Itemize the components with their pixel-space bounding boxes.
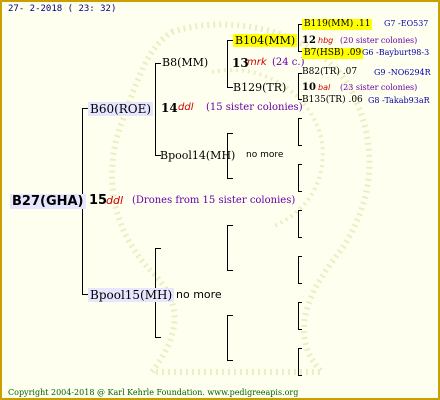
gen4-value-4: .06 [348, 95, 363, 105]
empty-bracket-g4-6a [298, 348, 302, 349]
gen3-top-connector [227, 40, 228, 88]
fff-mark: hbg [318, 36, 334, 45]
empty-bracket-g4-1b [298, 145, 302, 146]
gen4-name-2: B7(HSB) [304, 48, 344, 58]
empty-bracket-g4-3 [298, 210, 299, 238]
empty-bracket-m2 [227, 315, 228, 361]
empty-bracket-g4-4b [298, 283, 302, 284]
empty-bracket-m2a [227, 315, 233, 316]
fm-queen[interactable]: Bpool14(MH) [160, 150, 235, 161]
empty-bracket-m1a [227, 225, 233, 226]
gen2-top-connector [155, 63, 156, 156]
empty-bracket-g4-6 [298, 348, 299, 376]
gen4-value-2: .09 [346, 48, 362, 58]
ff-stub [155, 63, 161, 64]
father-queen[interactable]: B60(ROE) [88, 102, 154, 116]
gen4-name-4: B135(TR) [302, 95, 346, 105]
fff-count: 12 [302, 35, 316, 46]
gen4-queen-4[interactable]: B135(TR) .06 [302, 96, 363, 105]
copyright-footer: Copyright 2004-2018 @ Karl Kehrle Founda… [8, 388, 299, 397]
empty-bracket-m-bottom [155, 337, 161, 338]
ffm-mark: bal [318, 83, 331, 92]
ff-note: (24 c.) [272, 57, 305, 68]
ffm-note: (23 sister colonies) [340, 83, 418, 92]
empty-bracket-g4-5 [298, 302, 299, 330]
gen4-code-4: G8 -Takab93aR [368, 96, 430, 105]
gen4-value-3: .07 [342, 67, 358, 77]
print-date: 27- 2-2018 ( 23: 32) [8, 4, 117, 14]
empty-bracket-g4-6b [298, 375, 302, 376]
empty-bracket-g4-4 [298, 256, 299, 284]
gen4-a-connector [298, 24, 299, 52]
empty-bracket-g4-5b [298, 329, 302, 330]
gen4-b-connector [298, 73, 299, 100]
gen4-code-3: G9 -NO6294R [374, 68, 431, 77]
mother-queen[interactable]: Bpool15(MH) [88, 288, 175, 302]
root-queen[interactable]: B27(GHA) [10, 194, 86, 209]
empty-bracket-m2b [227, 360, 233, 361]
empty-bracket-fm-bottom [227, 178, 233, 179]
fm-note: no more [246, 150, 284, 160]
empty-bracket-g4-1 [298, 118, 299, 146]
empty-bracket-g4-3b [298, 237, 302, 238]
drone-count: 15 [89, 193, 108, 208]
empty-bracket-g4-2 [298, 164, 299, 192]
father-count: 14 [161, 101, 178, 115]
father-mark: ddl [178, 102, 194, 113]
drone-note: (Drones from 15 sister colonies) [132, 195, 296, 206]
ff-queen[interactable]: B8(MM) [162, 57, 208, 68]
ffm-queen[interactable]: B129(TR) [233, 82, 286, 93]
gen4-queen-1[interactable]: B119(MM) .11 [302, 19, 373, 30]
pedigree-frame: 27- 2-2018 ( 23: 32) B27(GHA) 15 ddl (Dr… [0, 0, 440, 400]
gen4-queen-3[interactable]: B82(TR) .07 [302, 68, 357, 77]
empty-bracket-m1b [227, 270, 233, 271]
mother-note: no more [176, 288, 222, 301]
gen4-name-1: B119(MM) [304, 19, 354, 29]
fff-note: (20 sister colonies) [340, 36, 418, 45]
gen4-code-1: G7 -EO537 [384, 19, 429, 28]
empty-bracket-m1 [227, 225, 228, 271]
gen4-queen-2[interactable]: B7(HSB) .09 [302, 48, 364, 59]
empty-bracket-g4-2a [298, 164, 302, 165]
empty-bracket-g4-3a [298, 210, 302, 211]
empty-bracket-g4-2b [298, 191, 302, 192]
gen4-value-1: .11 [356, 19, 371, 29]
empty-bracket-g4-1a [298, 118, 302, 119]
ff-mark: mrk [247, 57, 267, 68]
empty-bracket-g4-4a [298, 256, 302, 257]
fff-queen[interactable]: B104(MM) [233, 34, 298, 47]
father-note: (15 sister colonies) [206, 102, 303, 113]
empty-bracket-fm-top [227, 133, 233, 134]
ffm-count: 10 [302, 82, 316, 93]
gen4-name-3: B82(TR) [302, 67, 340, 77]
empty-bracket-g4-5a [298, 302, 302, 303]
empty-bracket-m-top [155, 248, 161, 249]
drone-mark: ddl [106, 194, 124, 207]
gen4-code-2: G6 -Bayburt98-3 [362, 48, 430, 57]
